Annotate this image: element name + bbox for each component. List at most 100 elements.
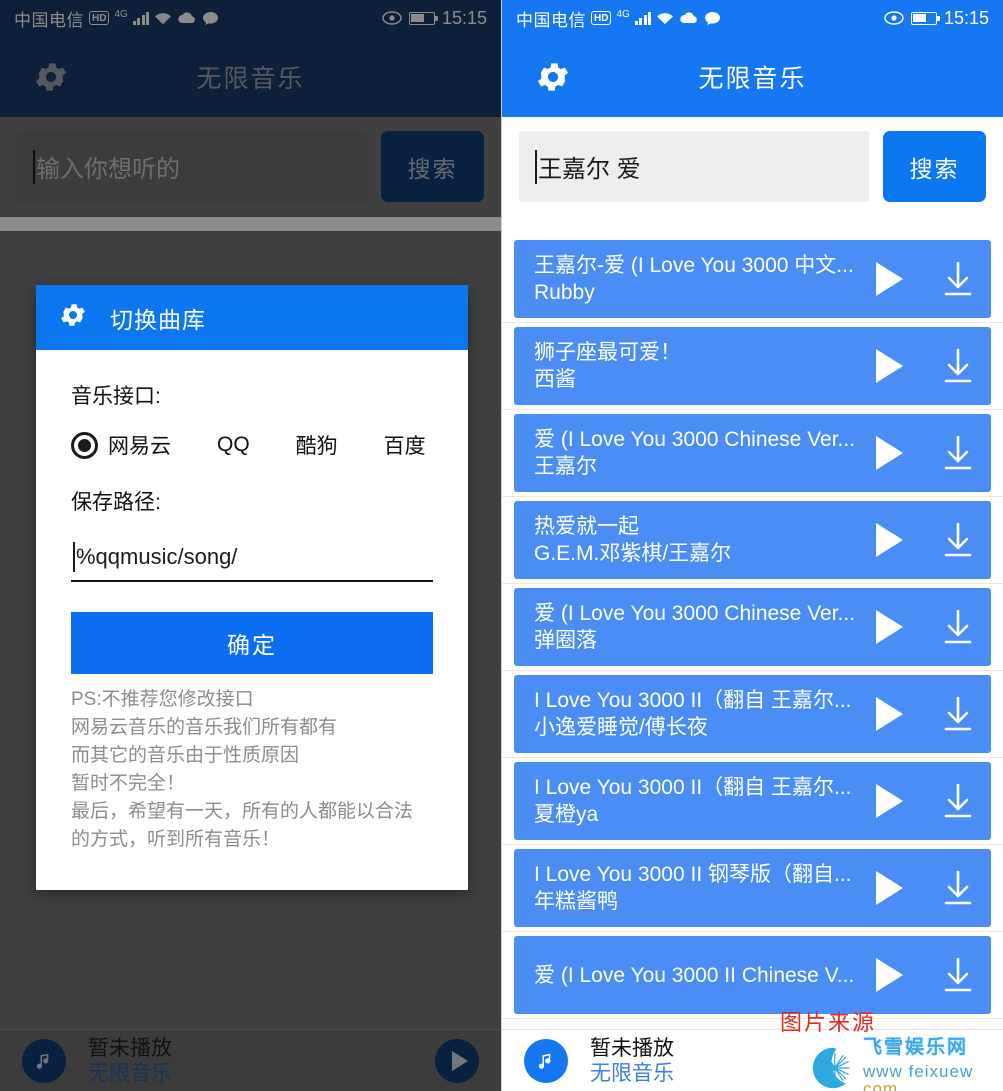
- play-icon[interactable]: [876, 262, 903, 296]
- song-row[interactable]: I Love You 3000 II（翻自 王嘉尔... 夏橙ya: [514, 762, 991, 840]
- radio-label: 酷狗: [295, 435, 338, 458]
- status-right-group: 15:15: [884, 8, 989, 29]
- song-list-item[interactable]: 热爱就一起 G.E.M.邓紫棋/王嘉尔: [502, 497, 1003, 584]
- song-row[interactable]: 爱 (I Love You 3000 Chinese Ver... 弹圈落: [514, 588, 991, 666]
- play-icon[interactable]: [876, 958, 903, 992]
- download-icon[interactable]: [941, 608, 975, 646]
- play-icon[interactable]: [876, 784, 903, 818]
- play-icon[interactable]: [876, 697, 903, 731]
- play-icon[interactable]: [876, 610, 903, 644]
- watermark-url-domain: feixuew: [908, 1062, 974, 1081]
- song-title: 爱 (I Love You 3000 Chinese Ver...: [534, 428, 856, 451]
- song-title: I Love You 3000 II（翻自 王嘉尔...: [534, 689, 852, 712]
- song-list-item[interactable]: 爱 (I Love You 3000 Chinese Ver... 王嘉尔: [502, 410, 1003, 497]
- play-icon[interactable]: [876, 871, 903, 905]
- radio-option-kugou[interactable]: 酷狗: [296, 430, 338, 460]
- song-actions: [876, 434, 975, 472]
- song-row[interactable]: I Love You 3000 II（翻自 王嘉尔... 小逸爱睡觉/傅长夜: [514, 675, 991, 753]
- interface-label: 音乐接口:: [71, 385, 161, 408]
- song-artist: 小逸爱睡觉/傅长夜: [534, 716, 708, 739]
- text-caret: [73, 542, 75, 572]
- eye-icon: [884, 11, 904, 25]
- right-phone-screen: 中国电信 HD 4G 15:15 无限音乐 王嘉尔 爱 搜索 王嘉尔-爱 (I …: [501, 0, 1003, 1091]
- song-list-item[interactable]: 狮子座最可爱！ 西酱: [502, 323, 1003, 410]
- battery-icon: [910, 11, 940, 25]
- play-icon[interactable]: [876, 436, 903, 470]
- save-path-input[interactable]: %qqmusic/song/: [71, 536, 433, 582]
- search-input[interactable]: 王嘉尔 爱: [519, 131, 869, 202]
- search-input-value: 王嘉尔 爱: [538, 156, 641, 183]
- dialog-body: 音乐接口: 网易云 QQ 酷狗 百度 保存路径: %qqmusic/song/ …: [36, 350, 468, 890]
- song-meta: 热爱就一起 G.E.M.邓紫棋/王嘉尔: [534, 513, 858, 567]
- radio-option-baidu[interactable]: 百度: [384, 430, 426, 460]
- song-row[interactable]: 王嘉尔-爱 (I Love You 3000 中文... Rubby: [514, 240, 991, 318]
- hd-badge: HD: [591, 11, 612, 25]
- song-title: 爱 (I Love You 3000 II Chinese V...: [534, 963, 855, 987]
- song-meta: 狮子座最可爱！ 西酱: [534, 339, 858, 393]
- watermark-brand: 飞雪娱乐网: [863, 1037, 969, 1058]
- song-actions: [876, 608, 975, 646]
- gear-icon[interactable]: [534, 58, 572, 96]
- song-actions: [876, 521, 975, 559]
- song-row[interactable]: I Love You 3000 II 钢琴版（翻自... 年糕酱鸭: [514, 849, 991, 927]
- download-icon[interactable]: [941, 347, 975, 385]
- dual-screenshot: 中国电信 HD 4G 15:15 无限音乐 输入你想听的 搜索 暂未播放 无限音…: [0, 0, 1003, 1091]
- download-icon[interactable]: [941, 434, 975, 472]
- watermark-url-tld: com: [863, 1079, 899, 1091]
- song-row[interactable]: 爱 (I Love You 3000 Chinese Ver... 王嘉尔: [514, 414, 991, 492]
- radio-option-netease[interactable]: 网易云: [71, 430, 171, 460]
- confirm-button[interactable]: 确定: [71, 612, 433, 674]
- song-list-item[interactable]: 爱 (I Love You 3000 Chinese Ver... 弹圈落: [502, 584, 1003, 671]
- radio-label: 百度: [383, 435, 426, 458]
- play-icon[interactable]: [876, 349, 903, 383]
- interface-radio-group[interactable]: 网易云 QQ 酷狗 百度: [71, 430, 433, 460]
- carrier-label: 中国电信: [516, 10, 586, 30]
- download-icon[interactable]: [941, 260, 975, 298]
- clock-label: 15:15: [943, 7, 989, 28]
- song-list-item[interactable]: 爱 (I Love You 3000 II Chinese V...: [502, 932, 1003, 1019]
- song-artist: 年糕酱鸭: [534, 890, 618, 913]
- song-meta: I Love You 3000 II（翻自 王嘉尔... 小逸爱睡觉/傅长夜: [534, 687, 858, 741]
- app-bar: 无限音乐: [502, 36, 1003, 117]
- song-list-body: 王嘉尔-爱 (I Love You 3000 中文... Rubby 狮子座最可爱！…: [502, 231, 1003, 1019]
- status-left-group: 中国电信 HD 4G: [516, 6, 721, 31]
- network-type-label: 4G: [616, 8, 630, 20]
- search-row: 王嘉尔 爱 搜索: [502, 117, 1003, 217]
- radio-dot-selected: [71, 431, 98, 459]
- song-list[interactable]: 王嘉尔-爱 (I Love You 3000 中文... Rubby 狮子座最可爱！…: [502, 231, 1003, 1029]
- song-artist: 西酱: [534, 368, 576, 391]
- song-list-item[interactable]: 王嘉尔-爱 (I Love You 3000 中文... Rubby: [502, 236, 1003, 323]
- song-list-item[interactable]: I Love You 3000 II 钢琴版（翻自... 年糕酱鸭: [502, 845, 1003, 932]
- song-actions: [876, 260, 975, 298]
- song-row[interactable]: 热爱就一起 G.E.M.邓紫棋/王嘉尔: [514, 501, 991, 579]
- download-icon[interactable]: [941, 869, 975, 907]
- status-bar: 中国电信 HD 4G 15:15: [502, 0, 1003, 36]
- radio-option-qq[interactable]: QQ: [217, 433, 250, 457]
- song-title: 狮子座最可爱！: [534, 341, 681, 364]
- song-meta: 爱 (I Love You 3000 Chinese Ver... 王嘉尔: [534, 426, 858, 480]
- download-icon[interactable]: [941, 521, 975, 559]
- song-row[interactable]: 爱 (I Love You 3000 II Chinese V...: [514, 936, 991, 1014]
- player-subtitle: 无限音乐: [590, 1061, 674, 1085]
- song-actions: [876, 347, 975, 385]
- download-icon[interactable]: [941, 782, 975, 820]
- search-button[interactable]: 搜索: [883, 131, 986, 202]
- play-icon[interactable]: [876, 523, 903, 557]
- radio-label: QQ: [217, 433, 250, 456]
- song-meta: I Love You 3000 II（翻自 王嘉尔... 夏橙ya: [534, 774, 858, 828]
- song-row[interactable]: 狮子座最可爱！ 西酱: [514, 327, 991, 405]
- song-artist: G.E.M.邓紫棋/王嘉尔: [534, 542, 732, 565]
- song-actions: [876, 869, 975, 907]
- download-icon[interactable]: [941, 695, 975, 733]
- song-list-item[interactable]: I Love You 3000 II（翻自 王嘉尔... 小逸爱睡觉/傅长夜: [502, 671, 1003, 758]
- save-path-value: %qqmusic/song/: [76, 544, 238, 569]
- song-list-item[interactable]: I Love You 3000 II（翻自 王嘉尔... 夏橙ya: [502, 758, 1003, 845]
- left-phone-screen: 中国电信 HD 4G 15:15 无限音乐 输入你想听的 搜索 暂未播放 无限音…: [0, 0, 501, 1091]
- download-icon[interactable]: [941, 956, 975, 994]
- song-title: 王嘉尔-爱 (I Love You 3000 中文...: [534, 254, 854, 277]
- dialog-note: PS:不推荐您修改接口 网易云音乐的音乐我们所有都有 而其它的音乐由于性质原因 …: [71, 689, 414, 850]
- song-title: 爱 (I Love You 3000 Chinese Ver...: [534, 602, 856, 625]
- gear-icon: [58, 300, 88, 335]
- app-title: 无限音乐: [698, 64, 807, 93]
- song-artist: 弹圈落: [534, 629, 597, 652]
